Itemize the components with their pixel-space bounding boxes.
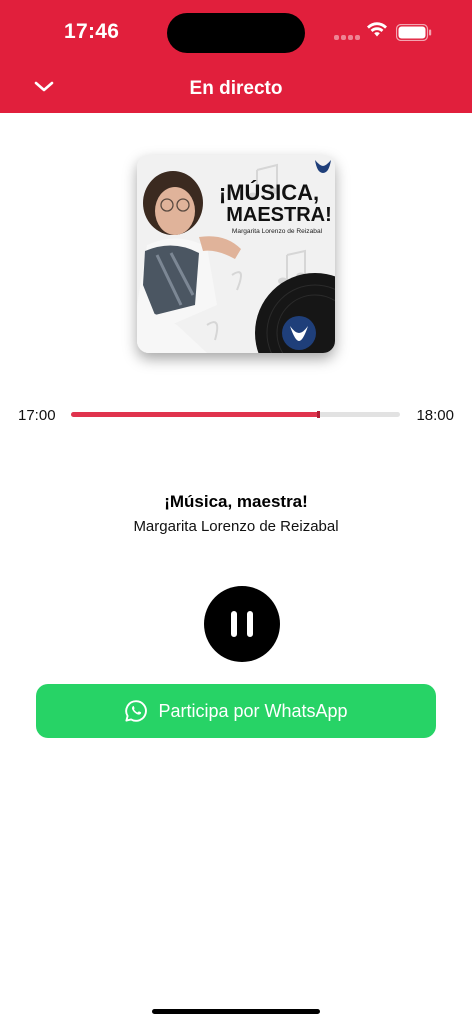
artwork-title-line1: ¡MÚSICA,: [219, 180, 319, 205]
pause-icon: [231, 611, 237, 637]
progress-end-time: 18:00: [416, 407, 454, 424]
program-artwork: ¡MÚSICA, MAESTRA! Margarita Lorenzo de R…: [137, 155, 335, 353]
progress-start-time: 17:00: [18, 407, 56, 424]
status-time: 17:46: [64, 20, 120, 43]
whatsapp-button-label: Participa por WhatsApp: [158, 700, 348, 721]
home-indicator: [152, 1009, 320, 1014]
wifi-icon: [367, 22, 387, 37]
battery-icon: [396, 24, 432, 41]
progress-playhead: [317, 411, 320, 418]
progress-track: [71, 411, 400, 418]
progress-fill: [71, 412, 320, 417]
live-player-screen: 17:46 En directo ¡MÚSICA, MAESTRA! Marga…: [0, 0, 472, 1024]
artwork-subtitle: Margarita Lorenzo de Reizabal: [232, 228, 323, 235]
cellular-signal-icon: [334, 35, 360, 41]
program-title: ¡Música, maestra!: [164, 492, 308, 511]
header-bar: 17:46 En directo: [0, 0, 472, 113]
dynamic-island: [167, 13, 305, 53]
whatsapp-icon: [125, 700, 148, 722]
whatsapp-button[interactable]: Participa por WhatsApp: [36, 684, 436, 738]
program-host: Margarita Lorenzo de Reizabal: [133, 518, 339, 535]
header-title: En directo: [189, 78, 283, 99]
pause-button[interactable]: [204, 586, 280, 662]
pause-icon-bar: [247, 611, 253, 637]
artwork-title-line2: MAESTRA!: [226, 204, 332, 226]
artwork-image: ¡MÚSICA, MAESTRA! Margarita Lorenzo de R…: [137, 155, 335, 353]
